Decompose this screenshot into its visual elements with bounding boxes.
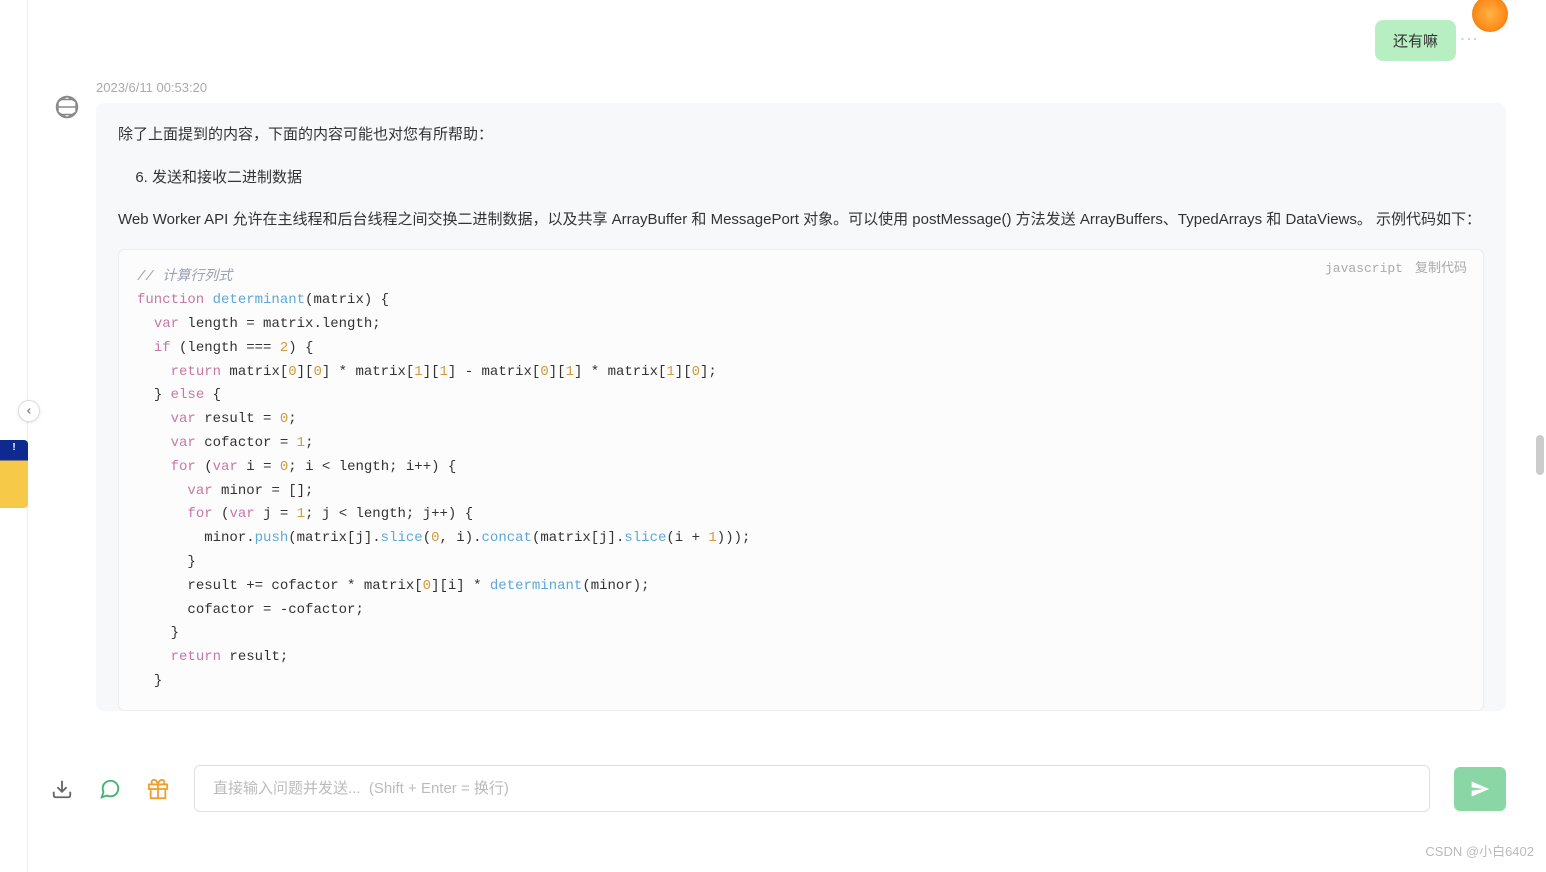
chat-input[interactable] [194, 765, 1430, 812]
assistant-list-item: 发送和接收二进制数据 [152, 164, 1484, 193]
scrollbar-track[interactable] [1534, 0, 1544, 872]
side-promo-badge[interactable] [0, 440, 28, 508]
code-content: // 计算行列式 function determinant(matrix) { … [119, 250, 1483, 710]
user-message-text: 还有嘛 [1393, 33, 1438, 50]
send-button[interactable] [1454, 767, 1506, 811]
input-toolbar [50, 765, 1506, 812]
chat-icon[interactable] [98, 777, 122, 801]
user-avatar [1472, 0, 1508, 32]
chevron-left-icon [24, 406, 34, 416]
scrollbar-thumb[interactable] [1536, 435, 1544, 475]
copy-code-button[interactable]: 复制代码 [1415, 258, 1467, 280]
download-icon[interactable] [50, 777, 74, 801]
assistant-intro: 除了上面提到的内容，下面的内容可能也对您有所帮助： [118, 121, 1484, 150]
code-block: javascript 复制代码 // 计算行列式 function determ… [118, 249, 1484, 711]
assistant-message-body: 除了上面提到的内容，下面的内容可能也对您有所帮助： 发送和接收二进制数据 Web… [96, 103, 1506, 711]
sidebar-collapse-button[interactable] [18, 400, 40, 422]
code-language-label: javascript [1325, 258, 1403, 280]
gift-icon[interactable] [146, 777, 170, 801]
openai-logo-icon [52, 92, 82, 122]
sidebar-edge [0, 0, 28, 872]
message-more-icon[interactable]: ⋮ [1458, 30, 1480, 46]
watermark: CSDN @小白6402 [1425, 841, 1534, 860]
send-icon [1470, 779, 1490, 799]
user-message-bubble: 还有嘛 [1375, 20, 1456, 61]
assistant-avatar [50, 90, 84, 124]
assistant-body-text: Web Worker API 允许在主线程和后台线程之间交换二进制数据，以及共享… [118, 206, 1484, 235]
message-timestamp: 2023/6/11 00:53:20 [96, 80, 1506, 95]
assistant-message: 2023/6/11 00:53:20 除了上面提到的内容，下面的内容可能也对您有… [50, 80, 1506, 711]
